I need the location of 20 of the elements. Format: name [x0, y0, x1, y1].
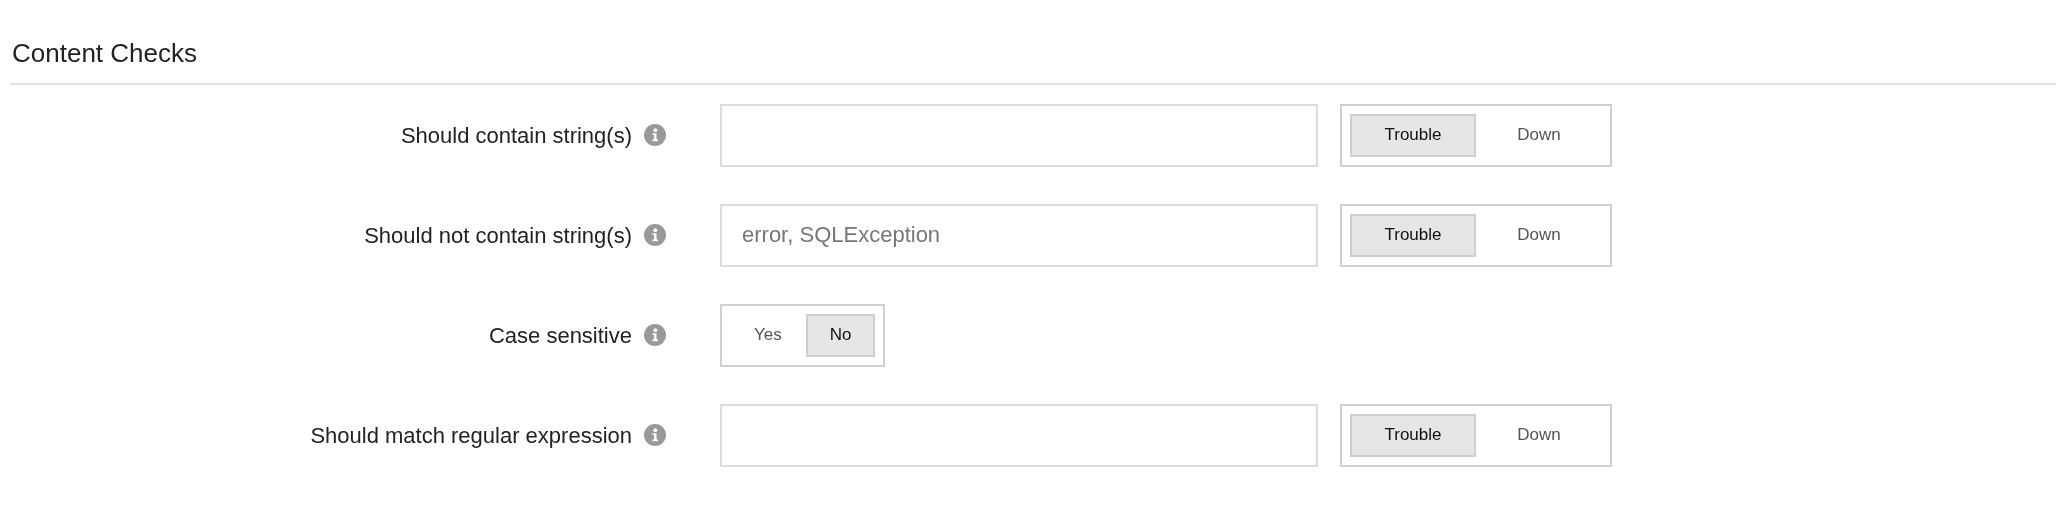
field-label: Should not contain string(s) [364, 221, 632, 250]
toggle-option[interactable]: Trouble [1350, 213, 1476, 257]
info-icon[interactable] [644, 424, 666, 447]
toggle-option[interactable]: Down [1476, 413, 1602, 457]
info-icon[interactable] [644, 224, 666, 247]
text-field[interactable] [720, 403, 1318, 467]
text-field[interactable]: error, SQLException [720, 203, 1318, 267]
info-icon[interactable] [644, 124, 666, 147]
toggle-option[interactable]: Trouble [1350, 113, 1476, 157]
text-field[interactable] [720, 103, 1318, 167]
toggle-option[interactable]: Trouble [1350, 413, 1476, 457]
section-title: Content Checks [11, 37, 198, 70]
info-icon[interactable] [644, 324, 666, 347]
field-label: Should match regular expression [310, 421, 632, 450]
toggle-option[interactable]: No [805, 313, 876, 357]
toggle-option[interactable]: Yes [730, 313, 806, 357]
toggle-option[interactable]: Down [1476, 113, 1602, 157]
field-label: Case sensitive [488, 321, 632, 350]
field-label: Should contain string(s) [400, 121, 632, 150]
toggle-option[interactable]: Down [1476, 213, 1602, 257]
